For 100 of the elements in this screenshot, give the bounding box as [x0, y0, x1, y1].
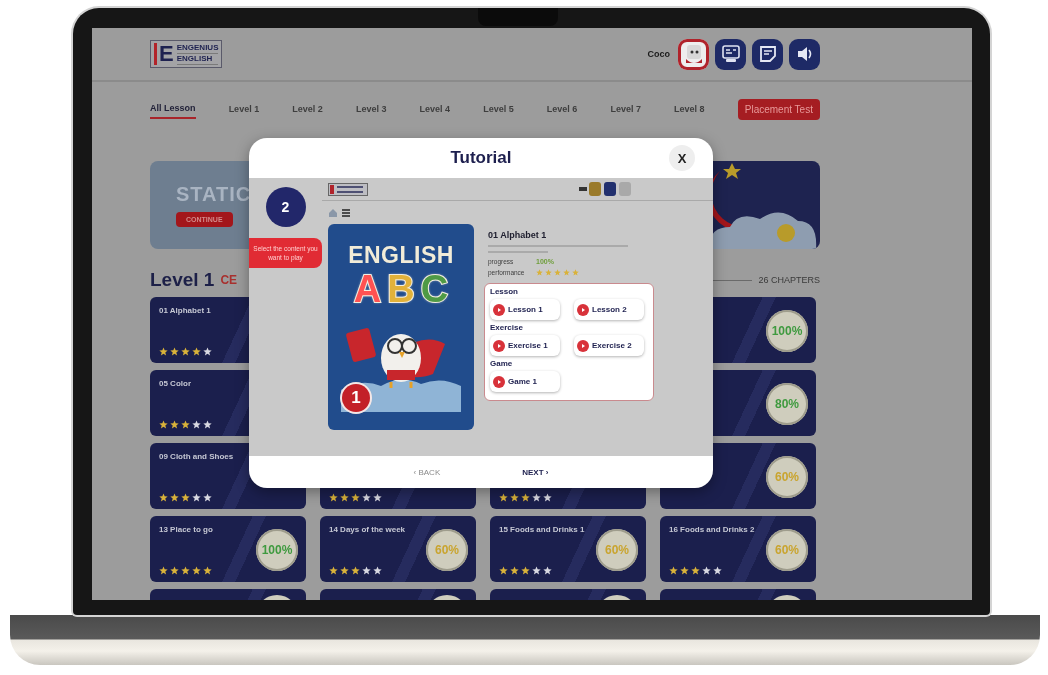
star-icon: [192, 566, 201, 575]
play-icon: [493, 375, 505, 388]
level-tab[interactable]: Level 6: [546, 100, 578, 118]
step-number: 2: [265, 187, 306, 227]
star-icon: [181, 347, 190, 356]
book-number: 1: [342, 384, 370, 412]
lesson-title: 01 Alphabet 1: [159, 305, 212, 316]
logo-text: ENGLISH: [176, 54, 219, 65]
star-icon: [192, 420, 201, 429]
star-icon: [702, 566, 711, 575]
lesson-card[interactable]: 16 Foods and Drinks 2 60%: [660, 516, 816, 582]
banner-title: STATIC: [176, 183, 252, 206]
content-item[interactable]: Lesson 1: [490, 299, 560, 320]
lesson-card[interactable]: 13 Place to go 100%: [150, 516, 306, 582]
star-icon: [351, 493, 360, 502]
mini-logo-drawing: [328, 182, 368, 196]
level-tab[interactable]: Level 8: [674, 100, 705, 118]
star-icon: [543, 493, 552, 502]
level-tab[interactable]: Level 7: [610, 100, 641, 118]
star-icon: [340, 566, 349, 575]
level-tab[interactable]: Level 4: [419, 100, 451, 118]
profile-button[interactable]: [678, 38, 709, 70]
lesson-title: 01 Alphabet 1: [488, 230, 548, 240]
star-icon: [159, 420, 168, 429]
content-item[interactable]: Game 1: [490, 371, 560, 392]
book-title: ENGLISH: [348, 242, 454, 269]
star-icon: [510, 566, 519, 575]
play-icon: [493, 339, 505, 352]
star-icon: [373, 493, 382, 502]
group-title: Game: [490, 359, 514, 368]
star-icon: [351, 566, 360, 575]
star-icon: [362, 566, 371, 575]
content-item[interactable]: Exercise 1: [490, 335, 560, 356]
logo-text: ENGENIUS: [176, 43, 219, 54]
play-icon: [493, 303, 505, 316]
star-icon: [536, 269, 543, 276]
star-icon: [170, 420, 179, 429]
star-icon: [373, 566, 382, 575]
star-icon: [159, 493, 168, 502]
star-icon: [572, 269, 579, 276]
star-icon: [329, 566, 338, 575]
star-icon: [170, 566, 179, 575]
score-badge: 60%: [596, 528, 638, 571]
lesson-title: 16 Foods and Drinks 2: [669, 524, 756, 535]
lesson-title: 13 Place to go: [159, 524, 214, 535]
sound-button[interactable]: [789, 38, 820, 70]
cover-letter: C: [420, 269, 449, 309]
close-button[interactable]: X: [669, 145, 695, 171]
star-icon: [159, 566, 168, 575]
lesson-title: 05 Color: [159, 378, 192, 389]
star-icon: [192, 347, 201, 356]
play-icon: [577, 303, 589, 316]
group-title: Exercise: [490, 323, 524, 332]
star-icon: [340, 493, 349, 502]
star-icon: [499, 566, 508, 575]
dialog-title: Tutorial: [450, 148, 512, 168]
placement-test-button[interactable]: Placement Test: [737, 98, 820, 120]
star-icon: [362, 493, 371, 502]
lesson-card[interactable]: 15 Foods and Drinks 1 60%: [490, 516, 646, 582]
content-item[interactable]: Exercise 2: [574, 335, 644, 356]
level-tab[interactable]: All Lesson: [150, 99, 196, 119]
score-badge: 80%: [766, 382, 808, 425]
book-cover[interactable]: ENGLISH A B C 1: [328, 224, 474, 430]
star-icon: [203, 420, 212, 429]
star-icon: [669, 566, 678, 575]
menu-icon[interactable]: [341, 207, 351, 218]
star-icon: [563, 269, 570, 276]
level-tab[interactable]: Level 5: [483, 100, 514, 118]
level-tab[interactable]: Level 2: [292, 100, 323, 118]
star-icon: [499, 493, 508, 502]
score-badge: 100%: [766, 309, 808, 352]
score-badge: 60%: [426, 528, 468, 571]
star-icon: [543, 566, 552, 575]
star-icon: [159, 347, 168, 356]
star-icon: [170, 493, 179, 502]
board-button[interactable]: [715, 38, 746, 70]
star-icon: [521, 493, 530, 502]
user-name: Coco: [647, 49, 670, 59]
content-item[interactable]: Lesson 2: [574, 299, 644, 320]
star-icon: [203, 493, 212, 502]
star-icon: [170, 347, 179, 356]
star-icon: [545, 269, 552, 276]
lesson-card[interactable]: 14 Days of the week 60%: [320, 516, 476, 582]
cover-letter: B: [387, 269, 415, 309]
score-badge: 60%: [766, 455, 808, 498]
level-tab[interactable]: Level 1: [228, 100, 260, 118]
chapter-count: 26 CHAPTERS: [758, 275, 820, 285]
star-icon: [192, 493, 201, 502]
play-icon: [577, 339, 589, 352]
star-icon: [554, 269, 561, 276]
star-icon: [181, 566, 190, 575]
notes-button[interactable]: [752, 38, 783, 70]
section-subtitle: CE: [220, 273, 238, 287]
star-icon: [532, 493, 541, 502]
level-tab[interactable]: Level 3: [355, 100, 387, 118]
board-icon: [720, 44, 741, 64]
score-badge: 100%: [256, 528, 298, 571]
back-button[interactable]: ‹ BACK: [407, 466, 447, 478]
star-icon: [510, 493, 519, 502]
next-button[interactable]: NEXT ›: [516, 466, 555, 478]
